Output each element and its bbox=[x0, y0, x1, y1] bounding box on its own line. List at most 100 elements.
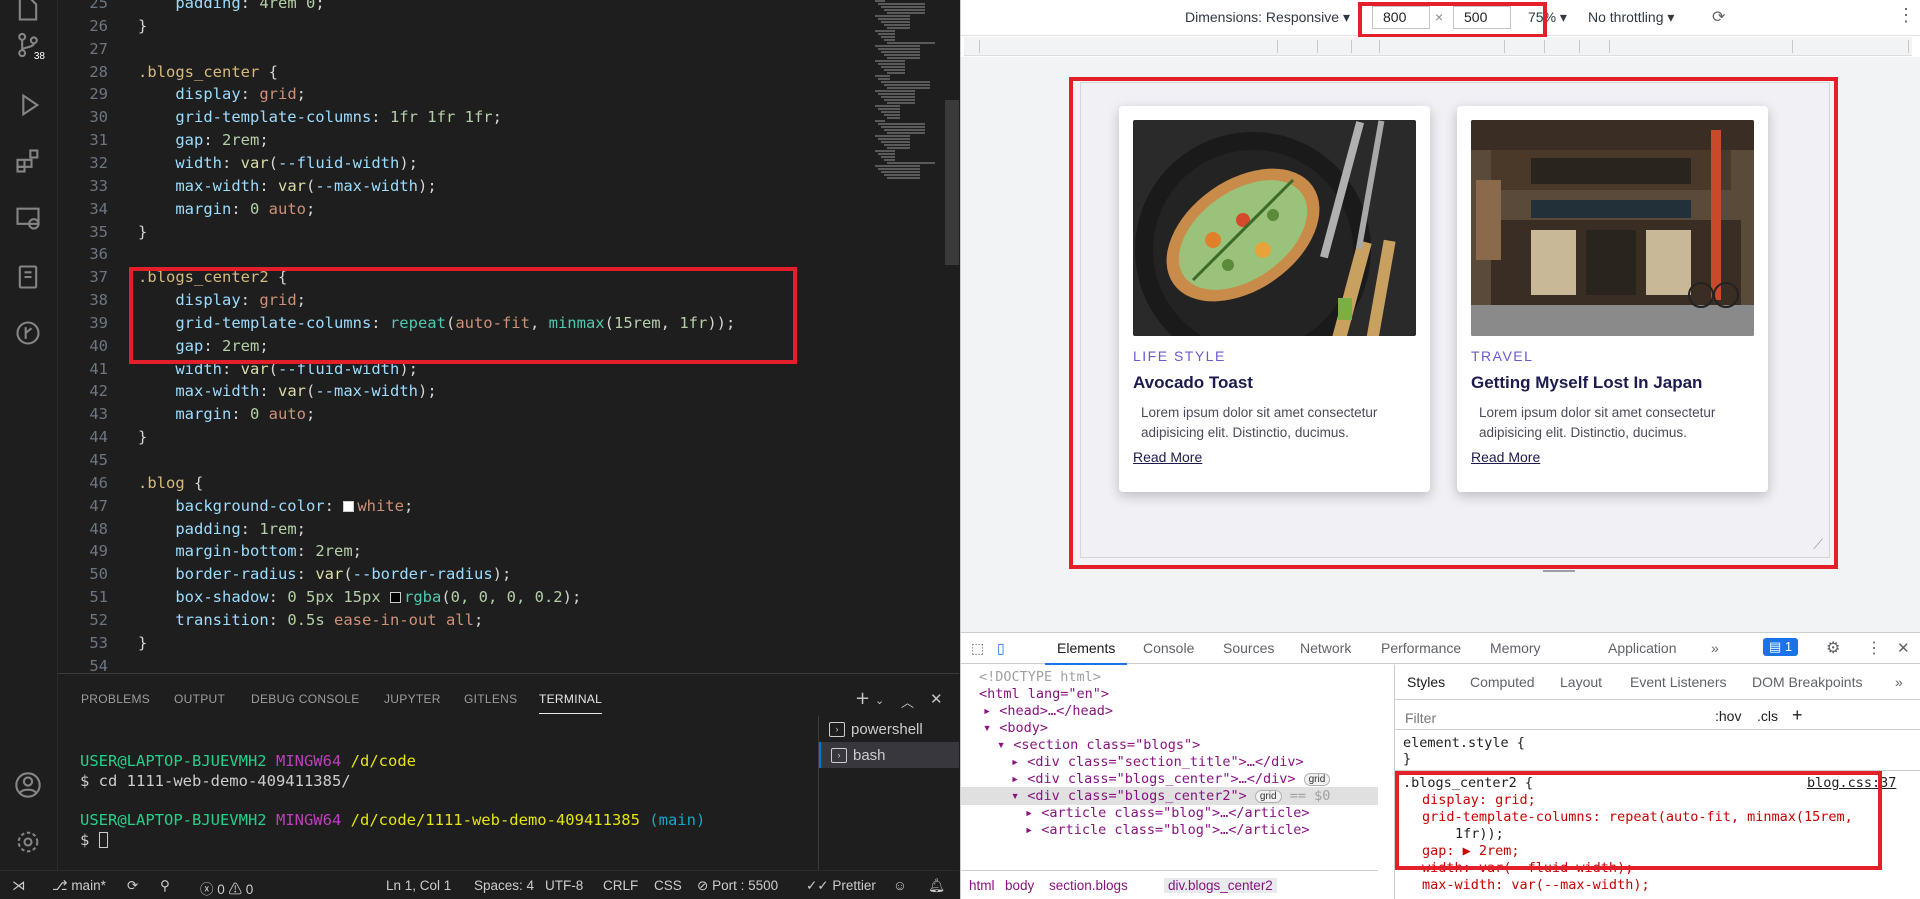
tab-terminal[interactable]: TERMINAL bbox=[539, 692, 603, 714]
breadcrumb-body[interactable]: body bbox=[1005, 878, 1034, 893]
code-editor[interactable]: 25 padding: 4rem 0; 26} 27 28 .blogs_center … bbox=[58, 0, 959, 672]
more-style-tabs-icon[interactable]: » bbox=[1895, 674, 1903, 690]
inspect-element-icon[interactable]: ⬚ bbox=[971, 640, 984, 657]
eol[interactable]: CRLF bbox=[603, 878, 638, 893]
bottom-resize-handle[interactable] bbox=[1543, 567, 1575, 572]
code-line: 27 bbox=[89, 39, 108, 58]
indentation[interactable]: Spaces: 4 bbox=[474, 878, 534, 893]
extensions-icon[interactable] bbox=[13, 146, 43, 176]
issues-badge[interactable]: ▤ 1 bbox=[1763, 638, 1799, 656]
tab-output[interactable]: OUTPUT bbox=[174, 692, 225, 706]
terminal-line-4[interactable]: $ bbox=[80, 831, 108, 849]
maximize-panel-icon[interactable]: ︿ bbox=[901, 692, 914, 711]
rule-display[interactable]: display: grid; bbox=[1422, 792, 1536, 809]
files-icon[interactable] bbox=[13, 0, 43, 24]
rule-source-link[interactable]: blog.css:37 bbox=[1807, 775, 1896, 792]
throttling-dropdown[interactable]: No throttling ▾ bbox=[1588, 9, 1674, 26]
styles-filter-input[interactable]: Filter bbox=[1405, 710, 1436, 726]
rule-max-width[interactable]: max-width: var(--max-width); bbox=[1422, 877, 1650, 894]
tab-network[interactable]: Network bbox=[1300, 640, 1351, 656]
remote-explorer-icon[interactable] bbox=[13, 203, 43, 233]
devtools-close-icon[interactable]: ✕ bbox=[1897, 639, 1910, 657]
rule-selector[interactable]: .blogs_center2 { bbox=[1403, 775, 1533, 792]
rule-width[interactable]: width: var(--fluid-width); bbox=[1422, 860, 1633, 877]
cursor-position[interactable]: Ln 1, Col 1 bbox=[386, 878, 451, 893]
run-debug-icon[interactable] bbox=[13, 90, 43, 120]
new-rule-icon[interactable]: + bbox=[1792, 705, 1803, 726]
element-style-rule[interactable]: element.style { bbox=[1403, 735, 1525, 752]
rule-grid-template-columns[interactable]: grid-template-columns: repeat(auto-fit, … bbox=[1422, 809, 1853, 826]
device-toggle-icon[interactable]: ▯ bbox=[997, 640, 1005, 657]
tab-styles[interactable]: Styles bbox=[1407, 674, 1445, 690]
dom-div-blogs-center2[interactable]: ▾ <div class="blogs_center2"> grid == $0 bbox=[1011, 788, 1330, 805]
color-swatch[interactable] bbox=[343, 500, 355, 512]
live-server-port[interactable]: ⊘ Port : 5500 bbox=[697, 878, 778, 894]
remote-icon[interactable]: ⋊ bbox=[12, 878, 26, 894]
encoding[interactable]: UTF-8 bbox=[545, 878, 583, 893]
gitlens-icon[interactable] bbox=[13, 318, 43, 348]
read-more-link[interactable]: Read More bbox=[1471, 449, 1540, 465]
dimensions-dropdown[interactable]: Dimensions: Responsive ▾ bbox=[1185, 9, 1350, 26]
devtools-settings-icon[interactable]: ⚙ bbox=[1826, 638, 1840, 658]
dom-html[interactable]: <html lang="en"> bbox=[979, 686, 1109, 703]
tab-elements[interactable]: Elements bbox=[1044, 640, 1128, 665]
tab-sources[interactable]: Sources bbox=[1223, 640, 1274, 656]
dom-head[interactable]: ▸ <head>…</head> bbox=[983, 703, 1113, 720]
tab-computed[interactable]: Computed bbox=[1470, 674, 1535, 690]
rotate-icon[interactable]: ⟳ bbox=[1712, 7, 1725, 27]
dom-body[interactable]: ▾ <body> bbox=[983, 720, 1048, 737]
tab-console[interactable]: Console bbox=[1143, 640, 1194, 656]
breadcrumb-section[interactable]: section.blogs bbox=[1049, 878, 1128, 893]
tab-problems[interactable]: PROBLEMS bbox=[81, 692, 150, 706]
devtools-menu-icon[interactable]: ⋮ bbox=[1866, 638, 1882, 658]
problems-indicator[interactable]: ⓧ 0 ⚠ 0 bbox=[200, 878, 253, 898]
tab-performance[interactable]: Performance bbox=[1381, 640, 1461, 656]
tab-jupyter[interactable]: JUPYTER bbox=[384, 692, 441, 706]
color-swatch[interactable] bbox=[389, 592, 401, 604]
close-panel-icon[interactable]: ✕ bbox=[930, 690, 943, 708]
elements-tree[interactable]: <!DOCTYPE html> <html lang="en"> ▸ <head… bbox=[961, 665, 1378, 869]
more-tabs-icon[interactable]: » bbox=[1711, 640, 1719, 656]
notebook-icon[interactable] bbox=[13, 262, 43, 292]
terminal-item-bash[interactable]: › bash bbox=[819, 742, 959, 768]
width-input[interactable]: 800 bbox=[1372, 6, 1430, 29]
account-icon[interactable] bbox=[13, 770, 43, 800]
branch-indicator[interactable]: ⎇ main* bbox=[52, 878, 106, 894]
prettier-status[interactable]: ✓✓ Prettier bbox=[806, 878, 876, 894]
dom-article-1[interactable]: ▸ <article class="blog">…</article> bbox=[1025, 805, 1309, 822]
rule-gap[interactable]: gap: ▶ 2rem; bbox=[1422, 843, 1520, 860]
corner-resize-handle[interactable]: ⟋ bbox=[1813, 537, 1823, 553]
editor-scrollbar[interactable] bbox=[945, 100, 959, 265]
feedback-icon[interactable]: ☺ bbox=[893, 878, 907, 893]
tab-gitlens[interactable]: GITLENS bbox=[464, 692, 517, 706]
tab-application[interactable]: Application bbox=[1608, 640, 1677, 656]
minimap[interactable] bbox=[875, 0, 945, 180]
dom-section[interactable]: ▾ <section class="blogs"> bbox=[997, 737, 1200, 754]
breadcrumb-html[interactable]: html bbox=[969, 878, 995, 893]
tab-memory[interactable]: Memory bbox=[1490, 640, 1541, 656]
tab-dom-breakpoints[interactable]: DOM Breakpoints bbox=[1752, 674, 1862, 690]
sync-icon[interactable]: ⟳ bbox=[127, 878, 138, 894]
language-mode[interactable]: CSS bbox=[654, 878, 682, 893]
tab-debug-console[interactable]: DEBUG CONSOLE bbox=[251, 692, 360, 706]
source-control-icon[interactable]: 38 bbox=[13, 30, 45, 62]
chevron-down-icon[interactable]: ⌄ bbox=[875, 694, 884, 707]
breadcrumb-div[interactable]: div.blogs_center2 bbox=[1164, 878, 1277, 893]
dom-div-blogs-center[interactable]: ▸ <div class="blogs_center">…</div> grid bbox=[1011, 771, 1331, 788]
new-terminal-icon[interactable]: + bbox=[855, 688, 870, 709]
height-input[interactable]: 500 bbox=[1453, 6, 1511, 29]
dom-div-section-title[interactable]: ▸ <div class="section_title">…</div> bbox=[1011, 754, 1304, 771]
zoom-dropdown[interactable]: 75% ▾ bbox=[1528, 9, 1567, 26]
terminal-item-powershell[interactable]: › powershell bbox=[819, 716, 959, 742]
settings-gear-icon[interactable] bbox=[13, 827, 43, 857]
cls-toggle[interactable]: .cls bbox=[1757, 708, 1778, 724]
notifications-icon[interactable]: 🔔︎ bbox=[928, 878, 945, 894]
dom-article-2[interactable]: ▸ <article class="blog">…</article> bbox=[1025, 822, 1309, 839]
more-options-icon[interactable]: ⋮ bbox=[1897, 5, 1915, 26]
tab-layout[interactable]: Layout bbox=[1560, 674, 1602, 690]
publish-icon[interactable]: ⚲ bbox=[160, 878, 170, 894]
tab-event-listeners[interactable]: Event Listeners bbox=[1630, 674, 1727, 690]
hov-toggle[interactable]: :hov bbox=[1715, 708, 1741, 724]
read-more-link[interactable]: Read More bbox=[1133, 449, 1202, 465]
media-query-ruler[interactable] bbox=[964, 37, 1912, 56]
